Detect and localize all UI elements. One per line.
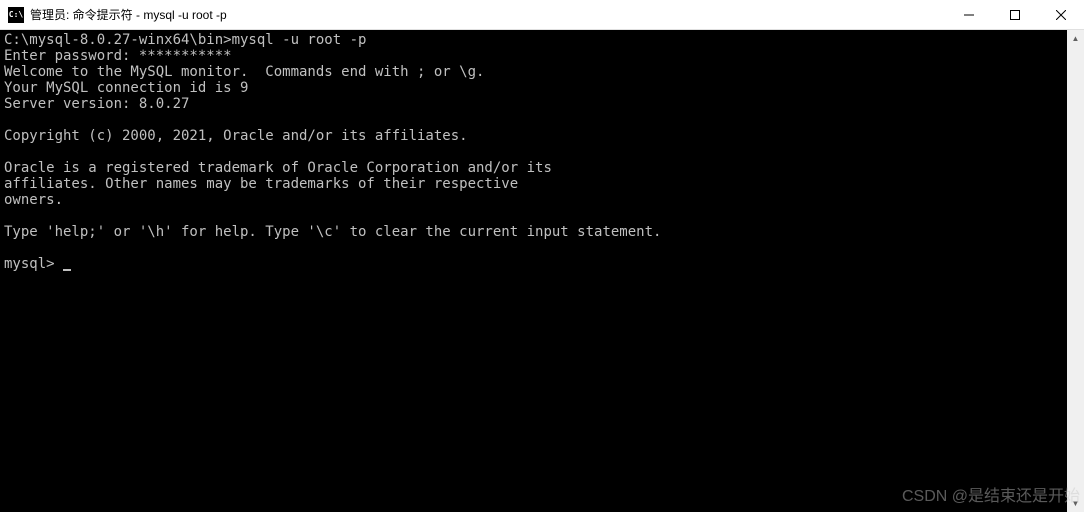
minimize-button[interactable] [946,0,992,30]
cursor [63,269,71,271]
scroll-up-arrow[interactable]: ▲ [1067,30,1084,47]
terminal-area[interactable]: C:\mysql-8.0.27-winx64\bin>mysql -u root… [0,30,1084,512]
window-controls [946,0,1084,29]
vertical-scrollbar[interactable]: ▲ ▼ [1067,30,1084,512]
watermark-text: CSDN @是结束还是开始 [902,482,1080,506]
cmd-icon: C:\ [8,7,24,23]
maximize-button[interactable] [992,0,1038,30]
scroll-down-arrow[interactable]: ▼ [1067,495,1084,512]
close-button[interactable] [1038,0,1084,30]
terminal-output: C:\mysql-8.0.27-winx64\bin>mysql -u root… [0,30,1084,274]
mysql-prompt: mysql> [4,256,63,272]
window-titlebar[interactable]: C:\ 管理员: 命令提示符 - mysql -u root -p [0,0,1084,30]
scroll-track[interactable] [1067,47,1084,495]
window-title: 管理员: 命令提示符 - mysql -u root -p [30,6,946,23]
